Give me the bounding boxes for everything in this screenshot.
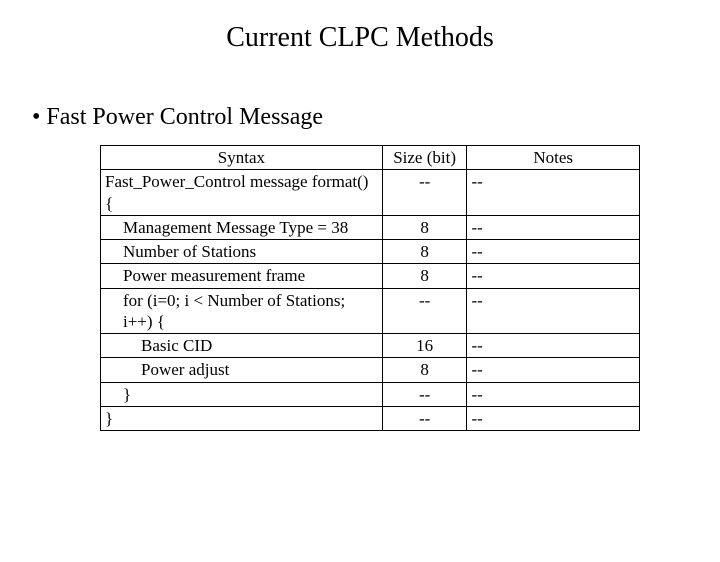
table-header-notes: Notes (467, 146, 640, 170)
notes-cell: -- (467, 240, 640, 264)
syntax-cell: } (101, 406, 383, 430)
notes-cell: -- (467, 334, 640, 358)
size-cell: 8 (382, 215, 467, 239)
syntax-cell: Fast_Power_Control message format() { (101, 170, 383, 216)
table-row: Power adjust8-- (101, 358, 640, 382)
table-row: Number of Stations8-- (101, 240, 640, 264)
table-header-syntax: Syntax (101, 146, 383, 170)
size-cell: -- (382, 170, 467, 216)
syntax-cell: Power measurement frame (101, 264, 383, 288)
size-cell: -- (382, 382, 467, 406)
notes-cell: -- (467, 358, 640, 382)
table-row: Basic CID16-- (101, 334, 640, 358)
size-cell: -- (382, 288, 467, 334)
size-cell: -- (382, 406, 467, 430)
syntax-cell: Power adjust (101, 358, 383, 382)
syntax-cell: Basic CID (101, 334, 383, 358)
syntax-cell: Management Message Type = 38 (101, 215, 383, 239)
message-format-table: Syntax Size (bit) Notes Fast_Power_Contr… (100, 145, 640, 431)
notes-cell: -- (467, 170, 640, 216)
notes-cell: -- (467, 215, 640, 239)
table-row: }---- (101, 406, 640, 430)
notes-cell: -- (467, 406, 640, 430)
size-cell: 16 (382, 334, 467, 358)
size-cell: 8 (382, 358, 467, 382)
size-cell: 8 (382, 264, 467, 288)
table-row: Power measurement frame8-- (101, 264, 640, 288)
bullet-heading: • Fast Power Control Message (32, 104, 720, 131)
table-row: }---- (101, 382, 640, 406)
notes-cell: -- (467, 288, 640, 334)
notes-cell: -- (467, 382, 640, 406)
syntax-cell: Number of Stations (101, 240, 383, 264)
syntax-cell: for (i=0; i < Number of Stations; i++) { (101, 288, 383, 334)
table-row: for (i=0; i < Number of Stations; i++) {… (101, 288, 640, 334)
page-title: Current CLPC Methods (0, 22, 720, 54)
syntax-cell: } (101, 382, 383, 406)
notes-cell: -- (467, 264, 640, 288)
size-cell: 8 (382, 240, 467, 264)
table-row: Management Message Type = 388-- (101, 215, 640, 239)
table-row: Fast_Power_Control message format() {---… (101, 170, 640, 216)
table-header-size: Size (bit) (382, 146, 467, 170)
